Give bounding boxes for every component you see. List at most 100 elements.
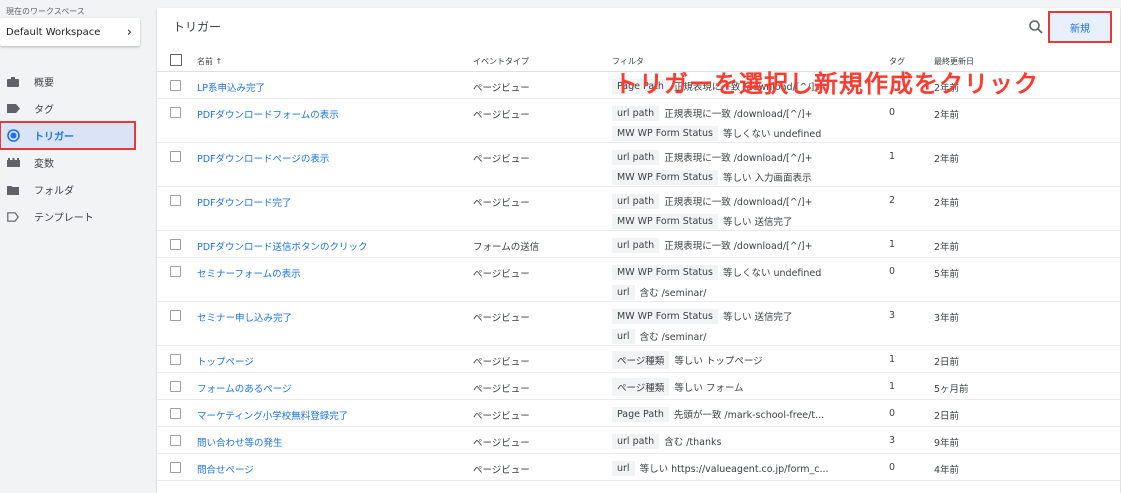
sidebar-item-4[interactable]: フォルダ xyxy=(0,176,150,203)
table-row[interactable]: 問い合わせ等の発生 ページビュー url path 含む /thanks 3 9年前 xyxy=(157,427,1120,454)
trigger-name-link[interactable]: PDFダウンロード送信ボタンのクリック xyxy=(197,239,368,253)
row-checkbox[interactable] xyxy=(170,354,181,365)
row-checkbox[interactable] xyxy=(170,107,181,118)
tag-count: 0 xyxy=(889,266,896,277)
filter-variable-chip: url path xyxy=(612,193,660,209)
table-row[interactable]: PDFダウンロード完了 ページビュー url path 正規表現に一致 /downlo… xyxy=(157,187,1120,231)
filter-list: Page Path 先頭が一致 /mark-school-free/t... xyxy=(612,404,882,424)
event-type: ページビュー xyxy=(473,269,530,280)
last-updated: 2日前 xyxy=(934,357,960,368)
column-name-header[interactable]: 名前 ↑ xyxy=(197,56,222,67)
filter-condition: MW WP Form Status 等しくない undefined xyxy=(612,262,882,282)
filter-expression: 等しくない undefined xyxy=(722,268,822,279)
table-row[interactable]: 問合せページ ページビュー url 等しい https://valueagent.co… xyxy=(157,454,1120,481)
trigger-name-link[interactable]: トップページ xyxy=(197,354,254,368)
filter-expression: 正規表現に一致 /download/[^/]+ xyxy=(664,109,813,120)
last-updated: 3年前 xyxy=(934,313,960,324)
sidebar-item-1[interactable]: タグ xyxy=(0,95,150,122)
sidebar-item-2[interactable]: トリガー xyxy=(0,121,136,150)
trigger-name-link[interactable]: LP系申込み完了 xyxy=(197,80,265,94)
filter-expression: 等しい 送信完了 xyxy=(722,217,793,228)
select-all-checkbox[interactable] xyxy=(170,54,182,66)
filter-expression: 等しい 送信完了 xyxy=(722,312,793,323)
trigger-name-link[interactable]: セミナーフォームの表示 xyxy=(197,266,301,280)
table-row[interactable]: フォームのあるページ ページビュー ページ種類 等しい フォーム 1 5ヶ月前 xyxy=(157,373,1120,400)
filter-condition: MW WP Form Status 等しい 入力画面表示 xyxy=(612,167,882,187)
sidebar-item-label: トリガー xyxy=(34,132,74,143)
filter-condition: url 含む /seminar/ xyxy=(612,282,882,302)
tag-count: 3 xyxy=(889,310,896,321)
sidebar-item-5[interactable]: テンプレート xyxy=(0,203,150,230)
trigger-name-link[interactable]: 問い合わせ等の発生 xyxy=(197,435,283,449)
last-updated: 5ヶ月前 xyxy=(934,384,969,395)
row-checkbox[interactable] xyxy=(170,310,181,321)
filter-variable-chip: MW WP Form Status xyxy=(612,213,718,229)
tag-count: 0 xyxy=(889,462,896,473)
tag-count: 0 xyxy=(889,107,896,118)
row-checkbox[interactable] xyxy=(170,462,181,473)
row-checkbox[interactable] xyxy=(170,80,181,91)
column-event-header[interactable]: イベントタイプ xyxy=(473,56,529,67)
search-button[interactable] xyxy=(1027,18,1045,36)
filter-list: url path 正規表現に一致 /download/[^/]+ MW WP For… xyxy=(612,147,882,187)
tag-count: 0 xyxy=(889,408,896,419)
table-row[interactable]: PDFダウンロードページの表示 ページビュー url path 正規表現に一致 /do… xyxy=(157,143,1120,187)
filter-condition: url path 含む /thanks xyxy=(612,431,882,451)
new-trigger-button[interactable]: 新規 xyxy=(1048,11,1112,43)
event-type: フォームの送信 xyxy=(473,242,540,253)
tag-count: 1 xyxy=(889,354,896,365)
table-row[interactable]: セミナーフォームの表示 ページビュー MW WP Form Status 等しくない … xyxy=(157,258,1120,302)
row-checkbox[interactable] xyxy=(170,239,181,250)
page-title: トリガー xyxy=(173,20,222,34)
row-checkbox[interactable] xyxy=(170,151,181,162)
table-row[interactable]: セミナー申し込み完了 ページビュー MW WP Form Status 等しい 送信完… xyxy=(157,302,1120,346)
event-type: ページビュー xyxy=(473,357,530,368)
sidebar-item-label: 概要 xyxy=(34,78,54,89)
table-row[interactable]: マーケティング小学校無料登録完了 ページビュー Page Path 先頭が一致 /ma… xyxy=(157,400,1120,427)
filter-condition: ページ種類 等しい フォーム xyxy=(612,377,882,397)
event-type: ページビュー xyxy=(473,384,530,395)
briefcase-icon xyxy=(6,75,20,89)
sidebar-item-3[interactable]: 変数 xyxy=(0,149,150,176)
filter-variable-chip: url path xyxy=(612,237,660,253)
event-type: ページビュー xyxy=(473,465,530,476)
filter-condition: Page Path 先頭が一致 /mark-school-free/t... xyxy=(612,404,882,424)
trigger-name-link[interactable]: 問合せページ xyxy=(197,462,254,476)
table-row[interactable]: トップページ ページビュー ページ種類 等しい トップページ 1 2日前 xyxy=(157,346,1120,373)
filter-variable-chip: url xyxy=(612,284,635,300)
filter-expression: 等しくない undefined xyxy=(722,129,822,140)
sidebar-item-label: 変数 xyxy=(34,159,54,170)
row-checkbox[interactable] xyxy=(170,435,181,446)
trigger-name-link[interactable]: PDFダウンロードフォームの表示 xyxy=(197,107,339,121)
trigger-name-link[interactable]: PDFダウンロードページの表示 xyxy=(197,151,329,165)
filter-variable-chip: url path xyxy=(612,105,660,121)
sidebar-item-0[interactable]: 概要 xyxy=(0,68,150,95)
filter-condition: url path 正規表現に一致 /download/[^/]+ xyxy=(612,103,882,123)
table-row[interactable]: PDFダウンロードフォームの表示 ページビュー url path 正規表現に一致 /d… xyxy=(157,99,1120,143)
event-type: ページビュー xyxy=(473,110,530,121)
trigger-name-link[interactable]: PDFダウンロード完了 xyxy=(197,195,292,209)
last-updated: 9年前 xyxy=(934,438,960,449)
filter-list: ページ種類 等しい フォーム xyxy=(612,377,882,397)
trigger-name-link[interactable]: マーケティング小学校無料登録完了 xyxy=(197,408,348,422)
event-type: ページビュー xyxy=(473,198,530,209)
row-checkbox[interactable] xyxy=(170,195,181,206)
row-checkbox[interactable] xyxy=(170,408,181,419)
trigger-name-link[interactable]: フォームのあるページ xyxy=(197,381,292,395)
filter-variable-chip: MW WP Form Status xyxy=(612,308,718,324)
filter-condition: url 含む /seminar/ xyxy=(612,326,882,346)
row-checkbox[interactable] xyxy=(170,266,181,277)
table-row[interactable]: PDFダウンロード送信ボタンのクリック フォームの送信 url path 正規表現に一… xyxy=(157,231,1120,258)
filter-condition: url path 正規表現に一致 /download/[^/]+ xyxy=(612,147,882,167)
filter-expression: 含む /seminar/ xyxy=(639,332,707,343)
last-updated: 2年前 xyxy=(934,242,960,253)
sidebar-item-label: テンプレート xyxy=(34,213,94,224)
trigger-name-link[interactable]: セミナー申し込み完了 xyxy=(197,310,292,324)
filter-list: ページ種類 等しい トップページ xyxy=(612,350,882,370)
row-checkbox[interactable] xyxy=(170,381,181,392)
workspace-label: 現在のワークスペース xyxy=(6,7,85,16)
last-updated: 2年前 xyxy=(934,154,960,165)
filter-expression: 先頭が一致 /mark-school-free/t... xyxy=(673,410,825,421)
filter-variable-chip: Page Path xyxy=(612,406,669,422)
workspace-selector[interactable]: Default Workspace › xyxy=(0,18,140,46)
